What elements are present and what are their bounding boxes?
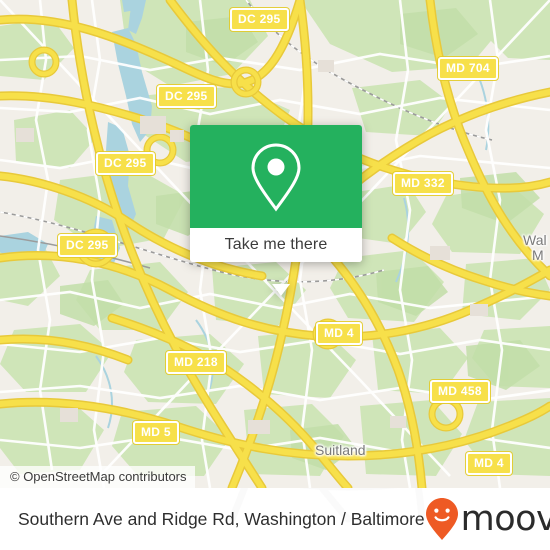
- road-shield: MD 332: [393, 172, 453, 195]
- moovit-logo[interactable]: moovit: [425, 497, 550, 541]
- road-shield: MD 4: [316, 322, 362, 345]
- footer-bar: Southern Ave and Ridge Rd, Washington / …: [0, 488, 550, 550]
- place-label-suitland: Suitland: [315, 442, 366, 458]
- road-shield: MD 4: [466, 452, 512, 475]
- road-shield: MD 5: [133, 421, 179, 444]
- road-shield: DC 295: [157, 85, 216, 108]
- place-label-walker: Wal: [523, 232, 547, 248]
- card-header: [190, 125, 362, 228]
- road-shield: DC 295: [96, 152, 155, 175]
- map-pin-icon: [251, 142, 301, 212]
- place-label-mill: M: [532, 247, 544, 263]
- road-shield: DC 295: [230, 8, 289, 31]
- take-me-there-button[interactable]: Take me there: [190, 228, 362, 262]
- map-canvas[interactable]: DC 295 MD 704 DC 295 DC 295 MD 332 DC 29…: [0, 0, 550, 488]
- take-me-there-label: Take me there: [224, 236, 328, 253]
- road-shield: MD 458: [430, 380, 490, 403]
- card-pointer-tail: [272, 284, 290, 296]
- map-share-card: DC 295 MD 704 DC 295 DC 295 MD 332 DC 29…: [0, 0, 550, 550]
- road-shield: MD 704: [438, 57, 498, 80]
- osm-attribution[interactable]: © OpenStreetMap contributors: [0, 466, 195, 488]
- road-shield: MD 218: [166, 351, 226, 374]
- location-title: Southern Ave and Ridge Rd, Washington / …: [18, 508, 425, 529]
- location-popup-card[interactable]: Take me there: [190, 125, 362, 296]
- road-shield: DC 295: [58, 234, 117, 257]
- moovit-wordmark: moovit: [460, 498, 550, 539]
- moovit-smiley-pin-icon: [425, 498, 458, 540]
